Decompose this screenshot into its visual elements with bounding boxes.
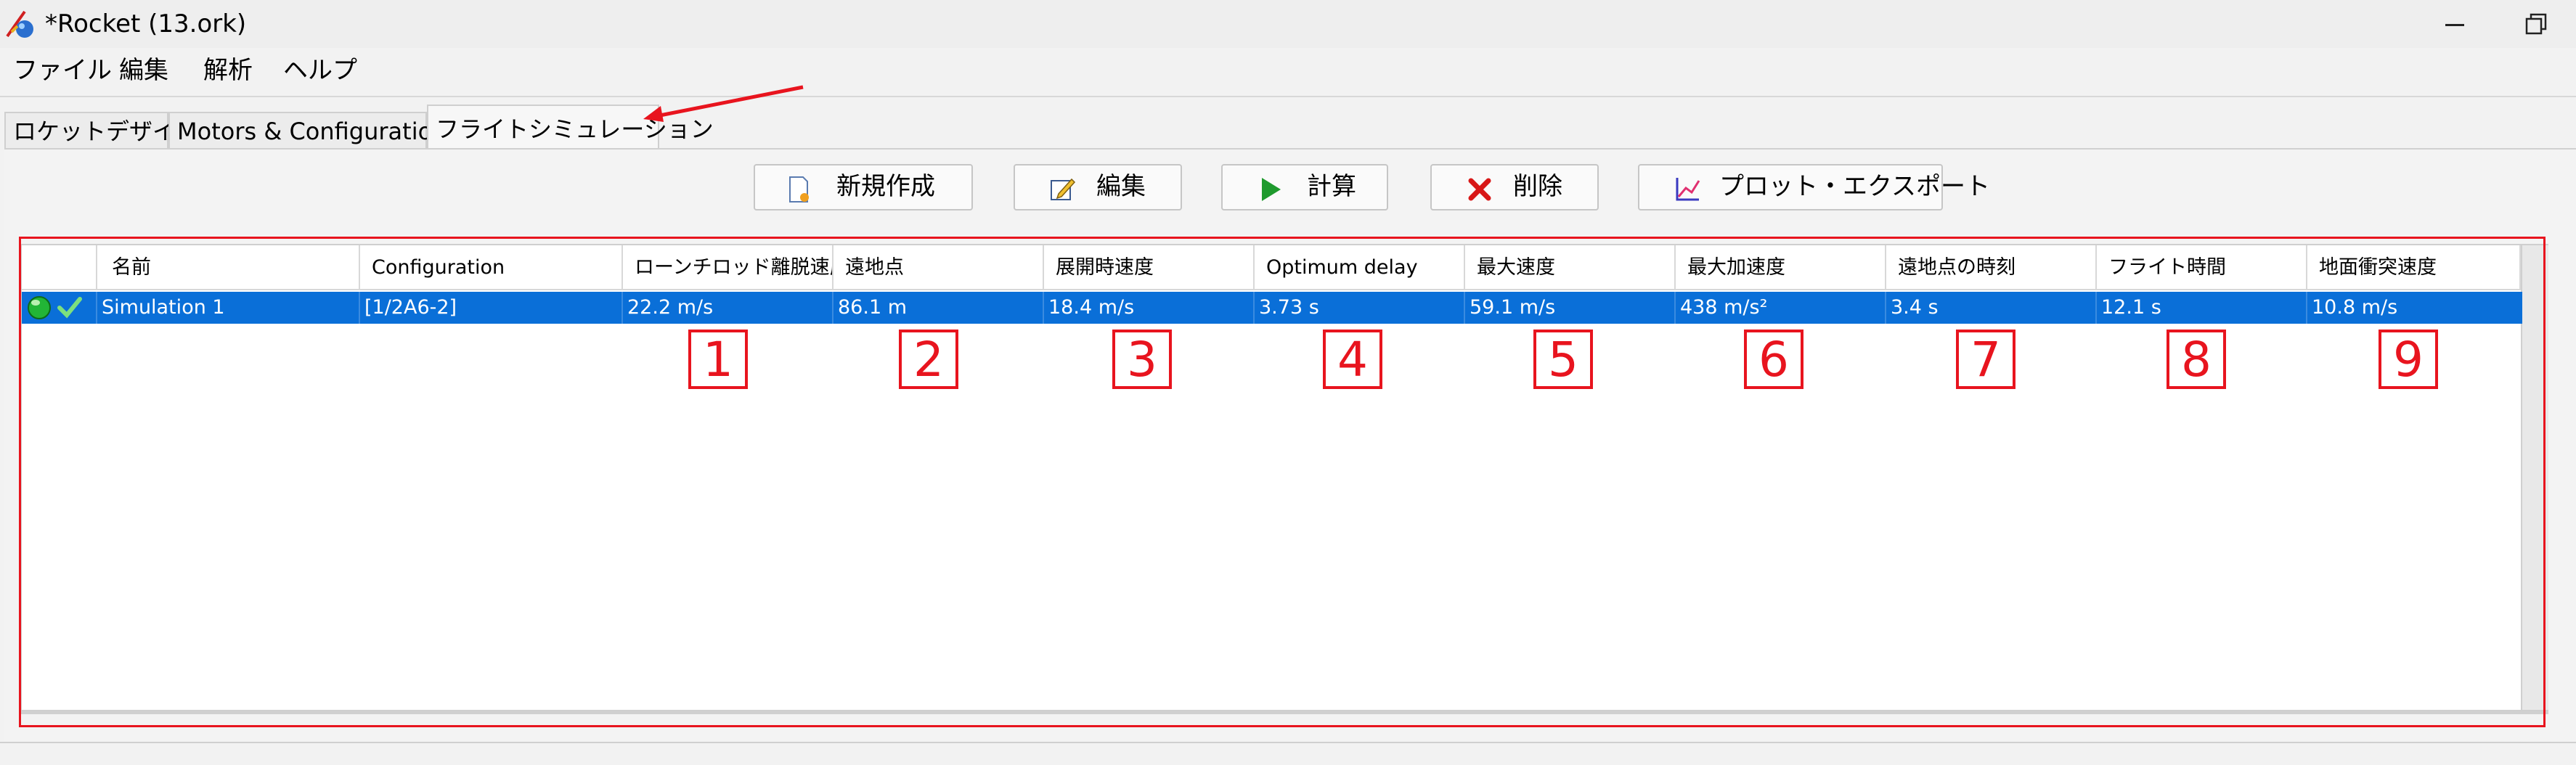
tab-rocket-design[interactable]: ロケットデザイン [4, 112, 199, 150]
annotation-arrow [643, 85, 804, 122]
status-bar [0, 742, 2576, 765]
run-simulation-button[interactable]: 計算 [1221, 164, 1388, 210]
tab-bar: ロケットデザイン Motors & Configuration フライトシミュレ… [0, 97, 2576, 151]
menu-file[interactable]: ファイル [13, 54, 112, 87]
edit-icon [1051, 178, 1076, 200]
annotation-number-5: 5 [1533, 330, 1593, 389]
plot-export-label: プロット・エクスポート [1719, 172, 1990, 201]
annotation-number-3: 3 [1112, 330, 1172, 389]
menu-help[interactable]: ヘルプ [283, 54, 357, 87]
openrocket-app-icon [6, 10, 33, 38]
new-simulation-button[interactable]: 新規作成 [754, 164, 973, 210]
play-icon [1262, 178, 1281, 201]
run-simulation-label: 計算 [1307, 172, 1356, 201]
annotation-number-8: 8 [2167, 330, 2226, 389]
restore-button[interactable] [2500, 6, 2570, 42]
restore-icon [2525, 13, 2547, 35]
annotation-number-7: 7 [1956, 330, 2015, 389]
plot-export-button[interactable]: プロット・エクスポート [1638, 164, 1990, 210]
annotation-number-4: 4 [1323, 330, 1382, 389]
delete-simulation-label: 削除 [1513, 172, 1562, 201]
annotation-highlight-box [19, 237, 2546, 727]
delete-simulation-button[interactable]: 削除 [1430, 164, 1599, 210]
tab-motors-configuration[interactable]: Motors & Configuration [168, 112, 447, 150]
minimize-button[interactable] [2421, 6, 2490, 42]
annotation-number-2: 2 [899, 330, 958, 389]
delete-icon [1468, 178, 1491, 201]
new-document-icon [789, 176, 809, 202]
menu-edit[interactable]: 編集 [119, 54, 168, 87]
menu-bar: ファイル 編集 解析 ヘルプ [0, 48, 2576, 97]
annotation-number-1: 1 [688, 330, 748, 389]
annotation-number-6: 6 [1744, 330, 1803, 389]
plot-icon [1676, 178, 1700, 201]
new-simulation-label: 新規作成 [836, 172, 935, 201]
edit-simulation-label: 編集 [1096, 172, 1146, 201]
window-title: *Rocket (13.ork) [45, 9, 247, 38]
menu-analyze[interactable]: 解析 [203, 54, 253, 87]
annotation-number-9: 9 [2379, 330, 2438, 389]
tab-flight-simulation[interactable]: フライトシミュレーション [427, 105, 714, 151]
title-bar: *Rocket (13.ork) [0, 0, 2576, 48]
edit-simulation-button[interactable]: 編集 [1014, 164, 1182, 210]
